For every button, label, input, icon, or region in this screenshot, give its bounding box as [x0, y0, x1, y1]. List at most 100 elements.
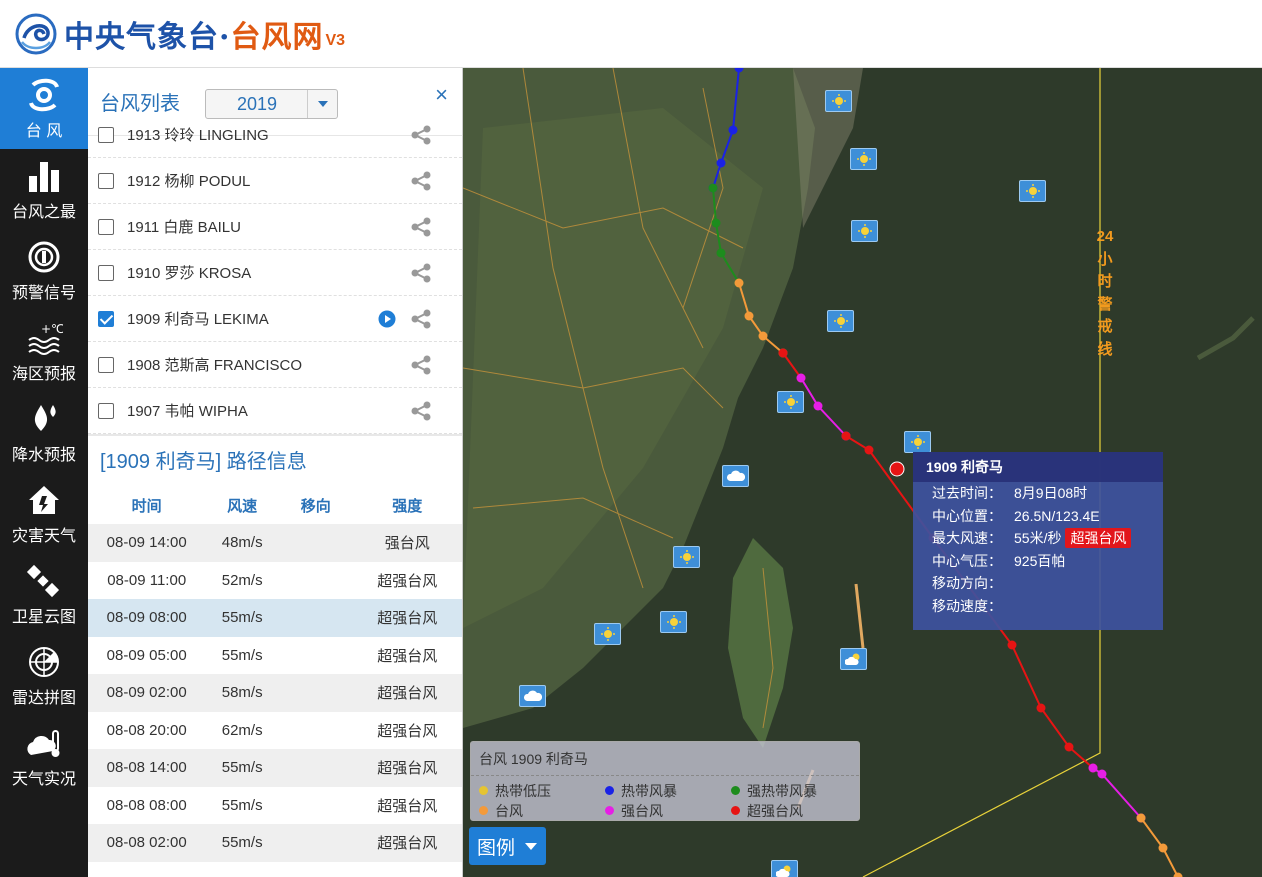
typhoon-checkbox[interactable] [98, 310, 114, 327]
typhoon-name: 1908 范斯高 FRANCISCO [127, 357, 303, 374]
track-point[interactable] [758, 331, 768, 341]
track-point[interactable] [1007, 640, 1017, 650]
typhoon-name: 1911 白鹿 BAILU [127, 219, 241, 236]
track-row[interactable]: 08-09 08:00 55m/s 超强台风 [88, 599, 462, 637]
track-row[interactable]: 08-08 20:00 62m/s 超强台风 [88, 712, 462, 750]
share-icon[interactable] [410, 171, 432, 191]
track-point[interactable] [716, 248, 726, 258]
track-point[interactable] [728, 125, 738, 135]
track-wind: 55m/s [221, 834, 263, 852]
track-point[interactable] [813, 401, 823, 411]
typhoon-row-1911[interactable]: 1911 白鹿 BAILU [88, 204, 462, 250]
nav-warning-signal[interactable]: 预警信号 [0, 230, 88, 311]
track-wind: 55m/s [221, 646, 263, 664]
track-intensity: 超强台风 [377, 572, 438, 590]
nav-satellite[interactable]: 卫星云图 [0, 554, 88, 635]
track-point[interactable] [1136, 813, 1146, 823]
nav-typhoon-records[interactable]: 台风之最 [0, 149, 88, 230]
track-point[interactable] [778, 348, 788, 358]
nav-hazard-weather[interactable]: 灾害天气 [0, 473, 88, 554]
track-row[interactable]: 08-09 14:00 48m/s 强台风 [88, 524, 462, 562]
popup-row: 最大风速： 55米/秒 超强台风 [913, 527, 1163, 550]
share-icon[interactable] [410, 355, 432, 375]
track-point[interactable] [1036, 703, 1046, 713]
track-point[interactable] [796, 373, 806, 383]
nav-typhoon[interactable]: 台 风 [0, 68, 88, 149]
track-point[interactable] [711, 218, 721, 228]
track-time: 08-08 02:00 [106, 834, 187, 852]
typhoon-checkbox[interactable] [98, 356, 114, 373]
nav-sea-forecast[interactable]: +℃ 海区预报 [0, 311, 88, 392]
close-panel-button[interactable]: × [435, 82, 448, 108]
nav-precip-forecast[interactable]: 降水预报 [0, 392, 88, 473]
track-point[interactable] [716, 158, 726, 168]
legend-item: 强热带风暴 [731, 781, 861, 800]
nav-radar[interactable]: 雷达拼图 [0, 635, 88, 716]
typhoon-checkbox[interactable] [98, 264, 114, 281]
track-point[interactable] [864, 445, 874, 455]
track-point[interactable] [744, 311, 754, 321]
legend-dot [731, 786, 740, 795]
nav-radar-label: 雷达拼图 [11, 689, 76, 707]
typhoon-checkbox[interactable] [98, 172, 114, 189]
typhoon-row-1910[interactable]: 1910 罗莎 KROSA [88, 250, 462, 296]
satellite-icon [26, 564, 60, 597]
site-logo[interactable]: 中央气象台· 台风网 V3 [14, 12, 345, 56]
popup-value: 26.5N/123.4E [1014, 507, 1100, 524]
nav-weather-obs[interactable]: 天气实况 [0, 716, 88, 797]
share-icon[interactable] [410, 309, 432, 329]
track-row[interactable]: 08-08 14:00 55m/s 超强台风 [88, 749, 462, 787]
share-icon[interactable] [410, 217, 432, 237]
track-time: 08-08 14:00 [106, 759, 187, 777]
col-intensity: 强度 [392, 497, 423, 515]
typhoon-name: 1912 杨柳 PODUL [127, 173, 251, 190]
legend-toggle-button[interactable]: 图例 [469, 827, 546, 865]
typhoon-row-1908[interactable]: 1908 范斯高 FRANCISCO [88, 342, 462, 388]
track-point[interactable] [708, 183, 718, 193]
share-icon[interactable] [410, 125, 432, 145]
track-point[interactable] [1173, 872, 1183, 877]
col-time: 时间 [131, 497, 162, 515]
typhoon-row-1913[interactable]: 1913 玲玲 LINGLING [88, 112, 462, 158]
share-icon[interactable] [410, 401, 432, 421]
typhoon-row-1912[interactable]: 1912 杨柳 PODUL [88, 158, 462, 204]
map-view[interactable]: 24小时警戒线 1909 利奇马 过去时间： 8月9日08时 中心位置： 26.5N… [463, 68, 1262, 877]
legend-item: 热带风暴 [605, 781, 731, 800]
track-point[interactable] [1064, 742, 1074, 752]
track-point[interactable] [1158, 843, 1168, 853]
popup-title: 1909 利奇马 [913, 452, 1163, 482]
track-row[interactable]: 08-08 08:00 55m/s 超强台风 [88, 787, 462, 825]
track-point[interactable] [734, 278, 744, 288]
nav-warning-signal-label: 预警信号 [11, 284, 76, 302]
legend-items: 热带低压 热带风暴 强热带风暴 台风 强台风 超强台风 [471, 781, 859, 820]
typhoon-checkbox[interactable] [98, 218, 114, 235]
track-line-segment [712, 187, 740, 284]
track-point[interactable] [1097, 769, 1107, 779]
track-point[interactable] [841, 431, 851, 441]
intensity-badge: 超强台风 [1065, 528, 1132, 548]
track-row[interactable]: 08-09 11:00 52m/s 超强台风 [88, 562, 462, 600]
legend-panel: 台风 1909 利奇马 热带低压 热带风暴 强热带风暴 台风 强台风 超强台风 [470, 741, 860, 821]
current-position-marker[interactable] [889, 461, 905, 477]
typhoon-checkbox[interactable] [98, 126, 114, 143]
track-point[interactable] [734, 68, 744, 73]
legend-label: 超强台风 [747, 802, 803, 819]
share-icon[interactable] [410, 263, 432, 283]
track-point[interactable] [1088, 763, 1098, 773]
track-row[interactable]: 08-09 02:00 58m/s 超强台风 [88, 674, 462, 712]
chevron-down-icon [317, 101, 328, 107]
track-intensity: 超强台风 [377, 797, 438, 815]
play-icon[interactable] [378, 310, 396, 328]
typhoon-name: 1913 玲玲 LINGLING [127, 127, 269, 144]
track-time: 08-08 20:00 [106, 721, 187, 739]
track-row[interactable]: 08-08 02:00 55m/s 超强台风 [88, 824, 462, 862]
nav-typhoon-label: 台 风 [25, 122, 63, 140]
typhoon-row-1909[interactable]: 1909 利奇马 LEKIMA [88, 296, 462, 342]
typhoon-checkbox[interactable] [98, 402, 114, 419]
track-row[interactable]: 08-09 05:00 55m/s 超强台风 [88, 637, 462, 675]
typhoon-row-1907[interactable]: 1907 韦帕 WIPHA [88, 388, 462, 434]
logo-swirl-icon [15, 13, 57, 55]
track-wind: 62m/s [221, 721, 263, 739]
popup-value: 8月9日08时 [1014, 485, 1088, 501]
legend-item: 台风 [479, 801, 605, 820]
